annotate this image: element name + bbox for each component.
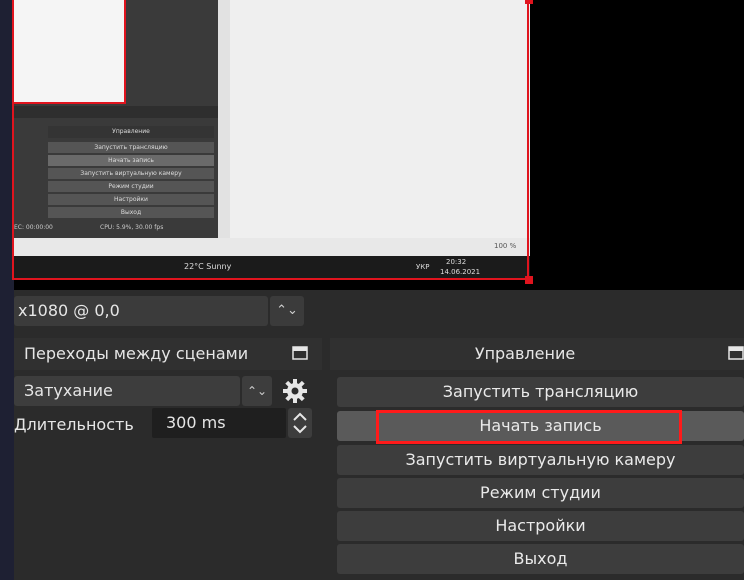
transitions-dock-title: Переходы между сценами bbox=[24, 344, 249, 363]
selected-source-outline[interactable] bbox=[12, 0, 529, 280]
resize-handle-bottom-right[interactable] bbox=[525, 276, 533, 284]
updown-arrows-icon[interactable]: ⌃⌄ bbox=[242, 376, 272, 406]
duration-stepper-icon[interactable] bbox=[288, 408, 312, 438]
studio-mode-button[interactable]: Режим студии bbox=[337, 478, 744, 508]
transition-select[interactable]: Затухание bbox=[14, 376, 240, 406]
float-dock-icon[interactable] bbox=[728, 346, 744, 360]
start-virtual-camera-button[interactable]: Запустить виртуальную камеру bbox=[337, 445, 744, 475]
updown-arrows-icon[interactable]: ⌃⌄ bbox=[270, 296, 304, 326]
float-dock-icon[interactable] bbox=[292, 346, 308, 360]
source-transform-field[interactable]: x1080 @ 0,0 bbox=[14, 296, 268, 326]
settings-button[interactable]: Настройки bbox=[337, 511, 744, 541]
gear-icon[interactable] bbox=[280, 376, 310, 406]
duration-label: Длительность bbox=[14, 415, 134, 434]
controls-dock-title: Управление bbox=[474, 344, 576, 363]
record-button-highlight bbox=[376, 410, 682, 444]
duration-input[interactable]: 300 ms bbox=[152, 408, 286, 438]
exit-button[interactable]: Выход bbox=[337, 544, 744, 574]
start-streaming-button[interactable]: Запустить трансляцию bbox=[337, 377, 744, 407]
resize-handle-top-right[interactable] bbox=[525, 0, 533, 4]
